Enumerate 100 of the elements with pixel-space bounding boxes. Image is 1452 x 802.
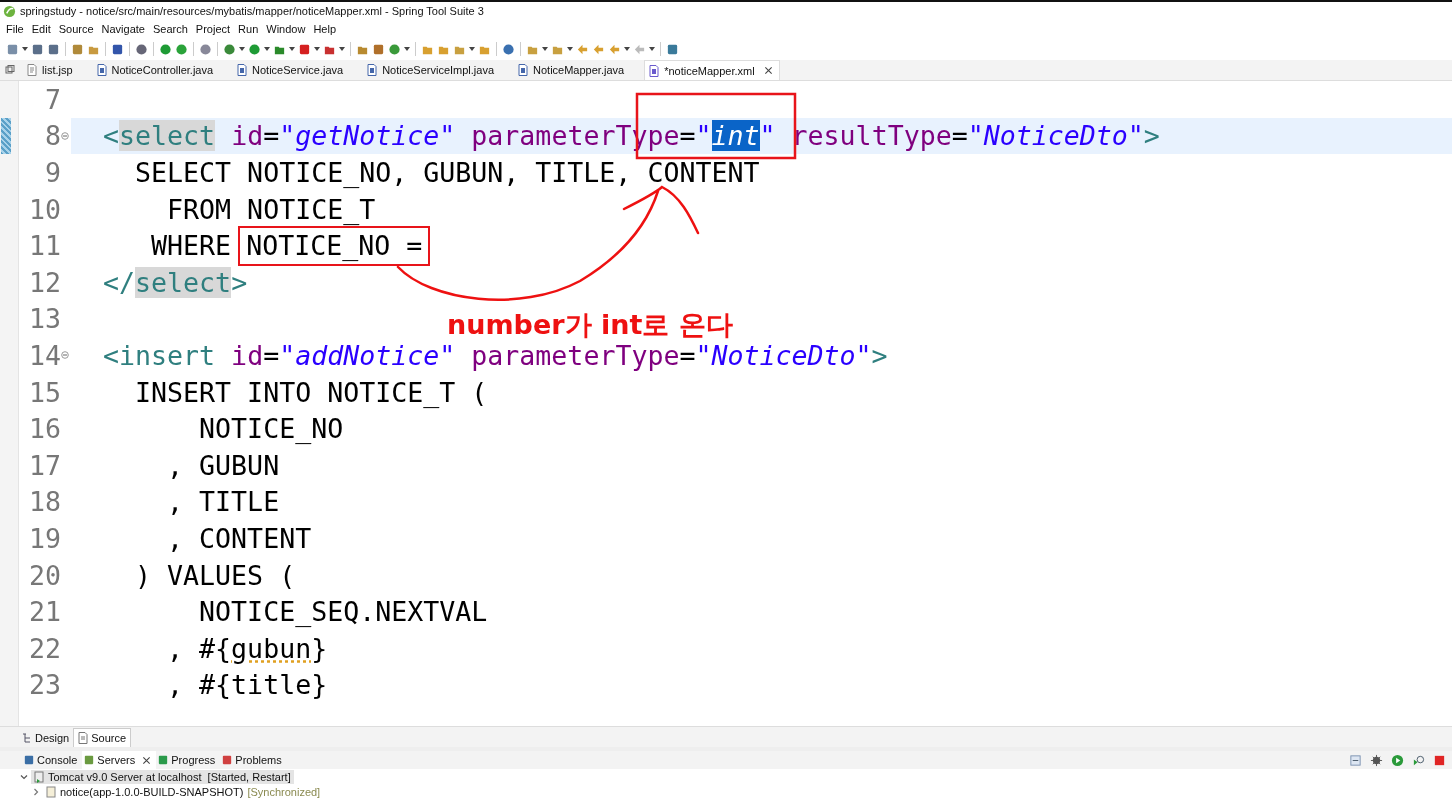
stop-icon[interactable] (1433, 753, 1446, 767)
file-icon (518, 64, 529, 76)
code-text: "addNotice" (279, 339, 456, 371)
menu-item[interactable]: File (2, 23, 28, 35)
close-icon[interactable] (142, 755, 152, 765)
menu-item[interactable]: Help (309, 23, 341, 35)
window-title: springstudy - notice/src/main/resources/mybatis/mapper/noticeMapper.xml - Spring Tool Suite 3 (20, 5, 484, 17)
menu-item[interactable]: Window (262, 23, 310, 35)
code-text: " (695, 120, 712, 152)
restore-icon[interactable] (5, 65, 15, 75)
code-text: < (102, 120, 120, 152)
toolbar-icon[interactable] (298, 42, 311, 56)
dropdown-caret-icon[interactable] (264, 47, 270, 51)
code-text: , GUBUN (166, 449, 280, 481)
module-item[interactable]: notice(app-1.0.0-BUILD-SNAPSHOT) [Synchronized] (43, 784, 324, 799)
code-text: = (263, 339, 280, 371)
server-item[interactable]: Tomcat v9.0 Server at localhost [Started, Restart] (31, 769, 294, 784)
line-number: 22 (27, 632, 61, 664)
dropdown-caret-icon[interactable] (567, 47, 573, 51)
view-tab[interactable]: Source (73, 728, 132, 747)
editor-tab[interactable]: NoticeController.java (92, 60, 234, 80)
code-text: int (711, 120, 760, 152)
view-icon (158, 754, 169, 766)
toolbar-icon[interactable] (71, 42, 84, 56)
toolbar-icon[interactable] (111, 42, 124, 56)
code-text: = (951, 120, 968, 152)
line-number: 8 (44, 120, 61, 152)
toolbar-icon[interactable] (159, 42, 172, 56)
code-text: > (871, 339, 888, 371)
dropdown-caret-icon[interactable] (624, 47, 630, 51)
file-icon (27, 64, 37, 76)
module-icon (46, 785, 56, 798)
editor-tab[interactable]: *noticeMapper.xml (644, 60, 780, 80)
dropdown-caret-icon[interactable] (22, 47, 28, 51)
menu-item[interactable]: Run (234, 23, 263, 35)
menu-item[interactable]: Navigate (97, 23, 149, 35)
code-text: "NoticeDto" (967, 120, 1144, 152)
code-text: WHERE (150, 230, 233, 262)
toolbar-icon[interactable] (248, 42, 261, 56)
toolbar-icon[interactable] (388, 42, 401, 56)
editor-tab[interactable]: NoticeServiceImpl.java (363, 60, 515, 80)
editor-tab[interactable]: NoticeMapper.java (514, 60, 645, 80)
dropdown-caret-icon[interactable] (404, 47, 410, 51)
code-text: FROM NOTICE_T (166, 193, 376, 225)
profile-icon[interactable] (1412, 753, 1425, 767)
toolbar-icon[interactable] (666, 42, 679, 56)
code-text: select (135, 266, 232, 298)
code-text: id (230, 339, 264, 371)
server-icon (34, 770, 44, 783)
app-logo-icon (3, 4, 16, 18)
panel-tab[interactable]: Console (22, 751, 83, 769)
code-text: , CONTENT (166, 522, 312, 554)
code-text: select (119, 120, 216, 152)
code-text: , #{ (166, 632, 232, 664)
dropdown-caret-icon[interactable] (469, 47, 475, 51)
line-number: 17 (27, 449, 61, 481)
close-icon[interactable] (763, 66, 773, 75)
code-text: "getNotice" (279, 120, 456, 152)
toolbar-icon[interactable] (372, 42, 385, 56)
view-icon (24, 754, 34, 766)
annotation-text: number가 int로 온다 (447, 308, 733, 342)
dropdown-caret-icon[interactable] (314, 47, 320, 51)
code-text: = (679, 339, 696, 371)
dropdown-caret-icon[interactable] (339, 47, 345, 51)
line-number: 20 (27, 559, 61, 591)
toolbar-icon[interactable] (31, 42, 44, 56)
start-icon[interactable] (1391, 753, 1404, 767)
menu-item[interactable]: Search (149, 23, 192, 35)
panel-tab[interactable]: Progress (156, 751, 221, 769)
toolbar-icon[interactable] (199, 42, 212, 56)
panel-tab[interactable]: Problems (220, 751, 287, 769)
toolbar-icon[interactable] (135, 42, 148, 56)
menu-item[interactable]: Source (54, 23, 98, 35)
editor-tab[interactable]: NoticeService.java (233, 60, 364, 80)
toolbar-icon[interactable] (223, 42, 236, 56)
toolbar-icon[interactable] (175, 42, 188, 56)
line-number: 18 (27, 486, 61, 518)
view-icon (222, 754, 233, 766)
view-tab[interactable]: Design (18, 729, 74, 747)
editor-tab[interactable]: list.jsp (23, 60, 93, 80)
panel-tab[interactable]: Servers (82, 751, 157, 769)
collapse-icon[interactable] (1349, 753, 1362, 767)
line-number: 10 (27, 193, 61, 225)
dropdown-caret-icon[interactable] (289, 47, 295, 51)
code-text: NOTICE_NO = (238, 226, 431, 267)
debug-icon[interactable] (1370, 753, 1383, 767)
code-text: = (263, 120, 280, 152)
menu-item[interactable]: Project (191, 23, 235, 35)
dropdown-caret-icon[interactable] (542, 47, 548, 51)
line-number: 16 (27, 413, 61, 445)
code-text: , TITLE (166, 486, 280, 518)
menu-item[interactable]: Edit (27, 23, 55, 35)
toolbar-icon[interactable] (502, 42, 515, 56)
code-text: INSERT INTO NOTICE_T ( (134, 376, 488, 408)
dropdown-caret-icon[interactable] (649, 47, 655, 51)
line-number: 12 (27, 266, 61, 298)
toolbar-icon[interactable] (47, 42, 60, 56)
code-text: </ (102, 266, 136, 298)
dropdown-caret-icon[interactable] (239, 47, 245, 51)
code-text: , #{title} (166, 669, 328, 701)
